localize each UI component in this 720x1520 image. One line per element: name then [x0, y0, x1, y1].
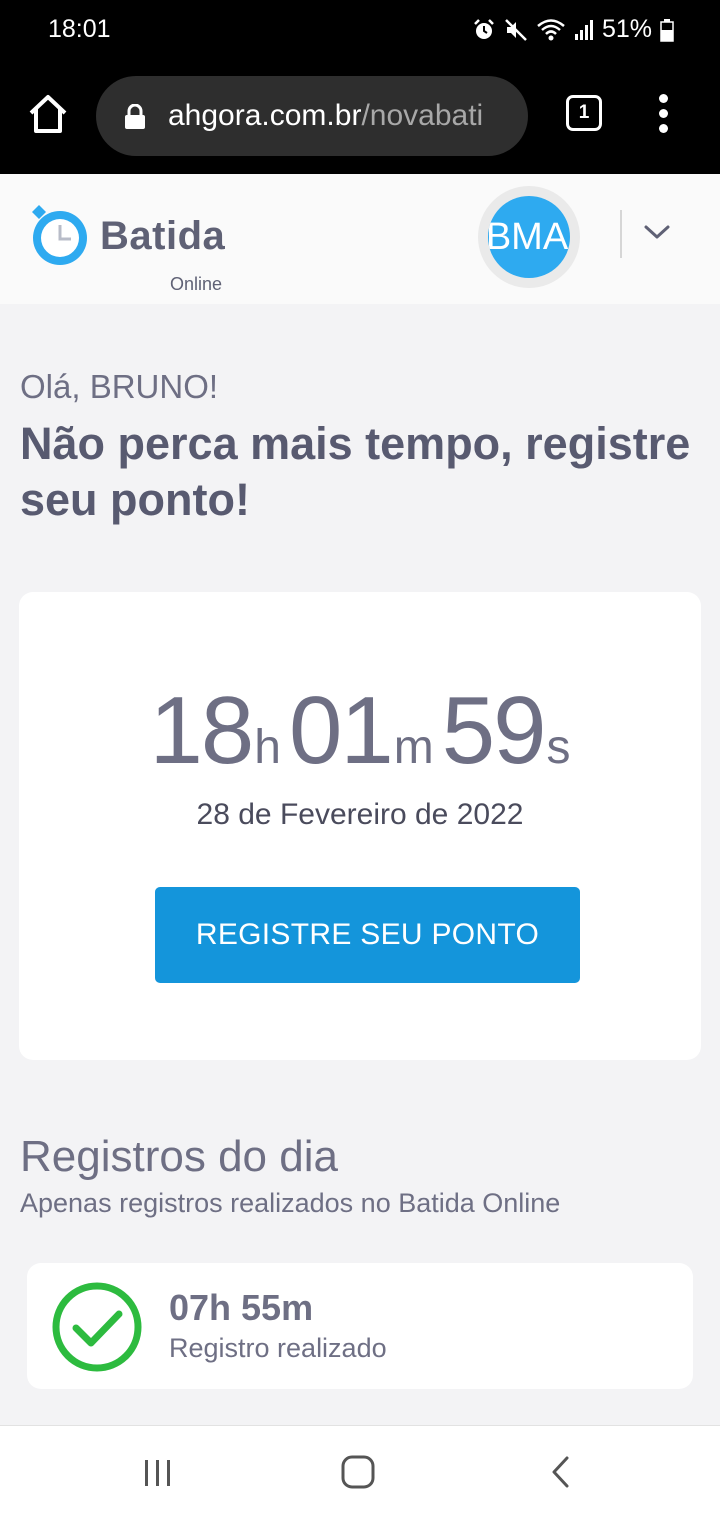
recent-apps-icon[interactable]: [142, 1458, 174, 1488]
header-divider: [620, 210, 622, 258]
check-circle-icon: [52, 1282, 142, 1372]
url-host: ahgora.com.br: [168, 99, 362, 132]
app-header: Batida Online BMA: [0, 174, 720, 304]
logo-text: Batida: [100, 214, 226, 258]
record-status: Registro realizado: [169, 1333, 387, 1363]
page-headline: Não perca mais tempo, registre seu ponto…: [20, 418, 691, 525]
clock-hours-unit: h: [254, 721, 281, 774]
address-bar[interactable]: ahgora.com.br/novabati: [96, 76, 528, 156]
batida-logo[interactable]: Batida Online: [28, 200, 248, 294]
current-date: 28 de Fevereiro de 2022: [196, 798, 524, 831]
record-item[interactable]: 07h 55m Registro realizado: [27, 1263, 693, 1389]
records-subtitle: Apenas registros realizados no Batida On…: [20, 1188, 561, 1218]
greeting-text: Olá, BRUNO!: [20, 368, 219, 405]
alarm-icon: [474, 18, 494, 39]
tabs-button[interactable]: 1: [566, 95, 602, 131]
clock-seconds-unit: s: [546, 721, 571, 774]
system-nav-bar: [0, 1425, 720, 1520]
clock-seconds: 59: [441, 677, 547, 784]
avatar-initials: BMA: [488, 216, 569, 258]
chevron-down-icon[interactable]: [642, 222, 672, 242]
home-icon[interactable]: [26, 92, 70, 136]
register-punch-button[interactable]: REGISTRE SEU PONTO: [155, 887, 580, 983]
more-menu-icon[interactable]: [650, 94, 678, 134]
current-time: 18h01m59s: [19, 676, 701, 786]
status-bar: 18:01 51%: [0, 0, 720, 62]
status-icons: 51%: [472, 15, 674, 44]
url-path: /novabati: [361, 99, 484, 132]
clock-minutes-unit: m: [393, 721, 434, 774]
clock-card: 18h01m59s 28 de Fevereiro de 2022 REGIST…: [19, 592, 701, 1060]
nav-home-icon[interactable]: [340, 1454, 376, 1490]
back-icon[interactable]: [548, 1454, 572, 1490]
record-time: 07h 55m: [169, 1287, 314, 1328]
url-text: ahgora.com.br/novabati: [168, 99, 483, 133]
records-title: Registros do dia: [20, 1132, 338, 1181]
clock-hours: 18: [149, 677, 254, 784]
status-time: 18:01: [48, 15, 111, 43]
battery-icon: [660, 18, 674, 42]
clock-minutes: 01: [288, 677, 394, 784]
browser-toolbar: ahgora.com.br/novabati 1: [0, 62, 720, 174]
wifi-icon: [537, 18, 565, 40]
lock-icon: [125, 104, 145, 129]
mute-icon: [505, 18, 527, 41]
avatar[interactable]: BMA: [488, 196, 570, 278]
logo-subtext: Online: [170, 274, 223, 294]
clock-logo-icon: [32, 205, 87, 265]
battery-percent: 51%: [601, 15, 652, 43]
signal-icon: [574, 19, 593, 40]
